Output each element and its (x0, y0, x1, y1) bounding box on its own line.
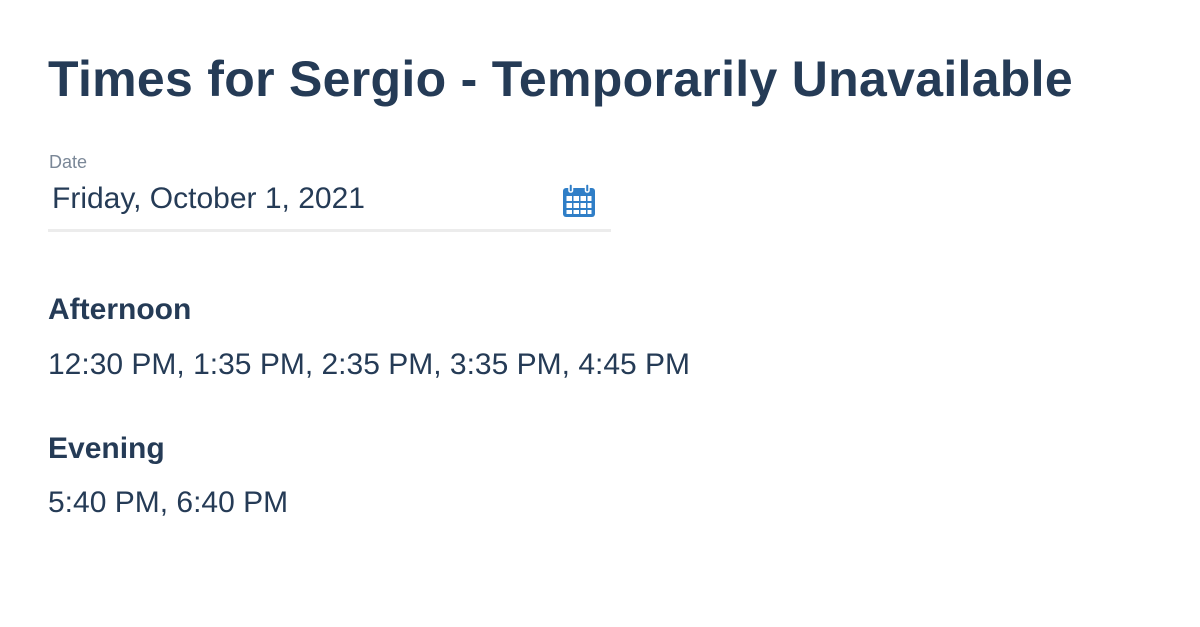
evening-times-list: 5:40 PM, 6:40 PM (48, 486, 289, 519)
date-field: Date (48, 152, 611, 232)
date-input[interactable] (52, 182, 532, 216)
afternoon-heading: Afternoon (48, 293, 192, 326)
time-slot[interactable]: 12:30 PM (48, 348, 176, 381)
time-slot[interactable]: 3:35 PM (450, 348, 562, 381)
time-slot[interactable]: 5:40 PM (48, 486, 160, 519)
page-title: Times for Sergio - Temporarily Unavailab… (48, 51, 1073, 107)
time-slot[interactable]: 2:35 PM (322, 348, 434, 381)
afternoon-times-list: 12:30 PM, 1:35 PM, 2:35 PM, 3:35 PM, 4:4… (48, 348, 691, 381)
date-field-underline (48, 229, 611, 232)
evening-heading: Evening (48, 432, 165, 465)
date-label: Date (49, 152, 88, 172)
time-slot[interactable]: 6:40 PM (176, 486, 288, 519)
calendar-icon[interactable] (561, 183, 597, 219)
time-slot[interactable]: 4:45 PM (578, 348, 690, 381)
time-slot[interactable]: 1:35 PM (193, 348, 305, 381)
